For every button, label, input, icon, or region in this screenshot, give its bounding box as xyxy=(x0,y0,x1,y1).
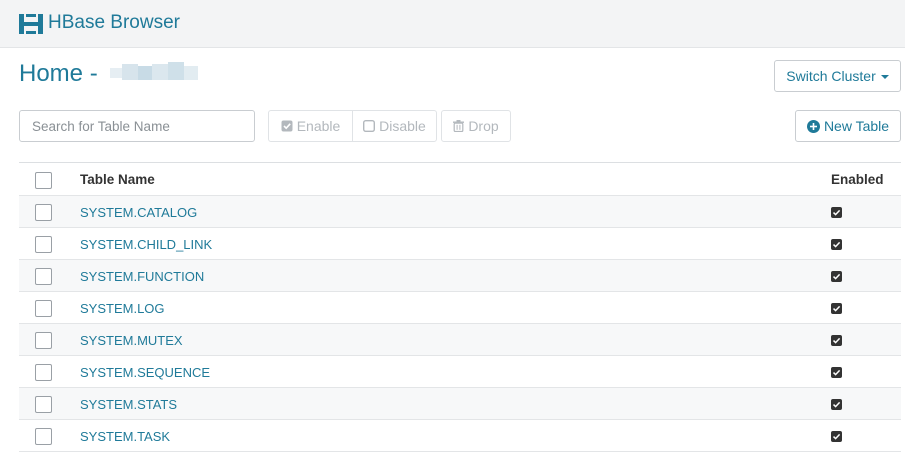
table-name-link[interactable]: SYSTEM.CATALOG xyxy=(80,205,197,220)
top-bar: HBase Browser xyxy=(0,0,905,48)
enable-button[interactable]: Enable xyxy=(269,111,352,141)
column-header-table-name[interactable]: Table Name xyxy=(80,172,155,187)
table-row[interactable]: SYSTEM.STATS xyxy=(19,388,901,420)
table-name-link[interactable]: SYSTEM.LOG xyxy=(80,301,165,316)
cluster-name-redacted xyxy=(110,62,200,84)
tables-table: Table Name Enabled SYSTEM.CATALOG SYSTEM.… xyxy=(19,162,901,452)
drop-label: Drop xyxy=(468,118,499,134)
row-select-checkbox[interactable] xyxy=(35,332,52,349)
row-select-checkbox[interactable] xyxy=(35,268,52,285)
table-header-row: Table Name Enabled xyxy=(19,163,901,196)
table-row[interactable]: SYSTEM.SEQUENCE xyxy=(19,356,901,388)
table-row[interactable]: SYSTEM.CATALOG xyxy=(19,196,901,228)
app-title[interactable]: HBase Browser xyxy=(48,12,180,34)
table-row[interactable]: SYSTEM.FUNCTION xyxy=(19,260,901,292)
trash-icon xyxy=(453,120,465,132)
table-name-link[interactable]: SYSTEM.TASK xyxy=(80,429,170,444)
switch-cluster-label: Switch Cluster xyxy=(786,68,876,84)
drop-button[interactable]: Drop xyxy=(441,110,511,142)
enable-label: Enable xyxy=(296,118,341,134)
search-input[interactable] xyxy=(19,110,255,142)
disable-label: Disable xyxy=(379,118,426,134)
enabled-check-icon xyxy=(831,431,842,442)
square-icon xyxy=(363,120,376,132)
plus-circle-icon xyxy=(806,119,820,133)
check-square-icon xyxy=(281,120,293,132)
enabled-check-icon xyxy=(831,335,842,346)
row-select-checkbox[interactable] xyxy=(35,204,52,221)
row-select-checkbox[interactable] xyxy=(35,236,52,253)
switch-cluster-button[interactable]: Switch Cluster xyxy=(774,60,901,92)
row-select-checkbox[interactable] xyxy=(35,428,52,445)
caret-down-icon xyxy=(880,75,889,79)
row-select-checkbox[interactable] xyxy=(35,364,52,381)
row-select-checkbox[interactable] xyxy=(35,300,52,317)
new-table-button[interactable]: New Table xyxy=(795,110,901,142)
column-header-enabled[interactable]: Enabled xyxy=(831,172,884,187)
table-row[interactable]: SYSTEM.LOG xyxy=(19,292,901,324)
table-name-link[interactable]: SYSTEM.CHILD_LINK xyxy=(80,237,212,252)
select-all-checkbox[interactable] xyxy=(35,172,52,189)
enabled-check-icon xyxy=(831,399,842,410)
table-name-link[interactable]: SYSTEM.MUTEX xyxy=(80,333,183,348)
page-title: Home - xyxy=(19,60,98,87)
enabled-check-icon xyxy=(831,271,842,282)
table-name-link[interactable]: SYSTEM.FUNCTION xyxy=(80,269,204,284)
enable-disable-group: Enable Disable xyxy=(268,110,437,142)
enabled-check-icon xyxy=(831,367,842,378)
table-name-link[interactable]: SYSTEM.STATS xyxy=(80,397,177,412)
table-row[interactable]: SYSTEM.MUTEX xyxy=(19,324,901,356)
enabled-check-icon xyxy=(831,239,842,250)
table-row[interactable]: SYSTEM.CHILD_LINK xyxy=(19,228,901,260)
new-table-label: New Table xyxy=(823,118,890,134)
row-select-checkbox[interactable] xyxy=(35,396,52,413)
enabled-check-icon xyxy=(831,303,842,314)
table-name-link[interactable]: SYSTEM.SEQUENCE xyxy=(80,365,210,380)
table-row[interactable]: SYSTEM.TASK xyxy=(19,420,901,452)
enabled-check-icon xyxy=(831,207,842,218)
hbase-logo-icon[interactable] xyxy=(19,14,43,34)
disable-button[interactable]: Disable xyxy=(352,111,436,141)
